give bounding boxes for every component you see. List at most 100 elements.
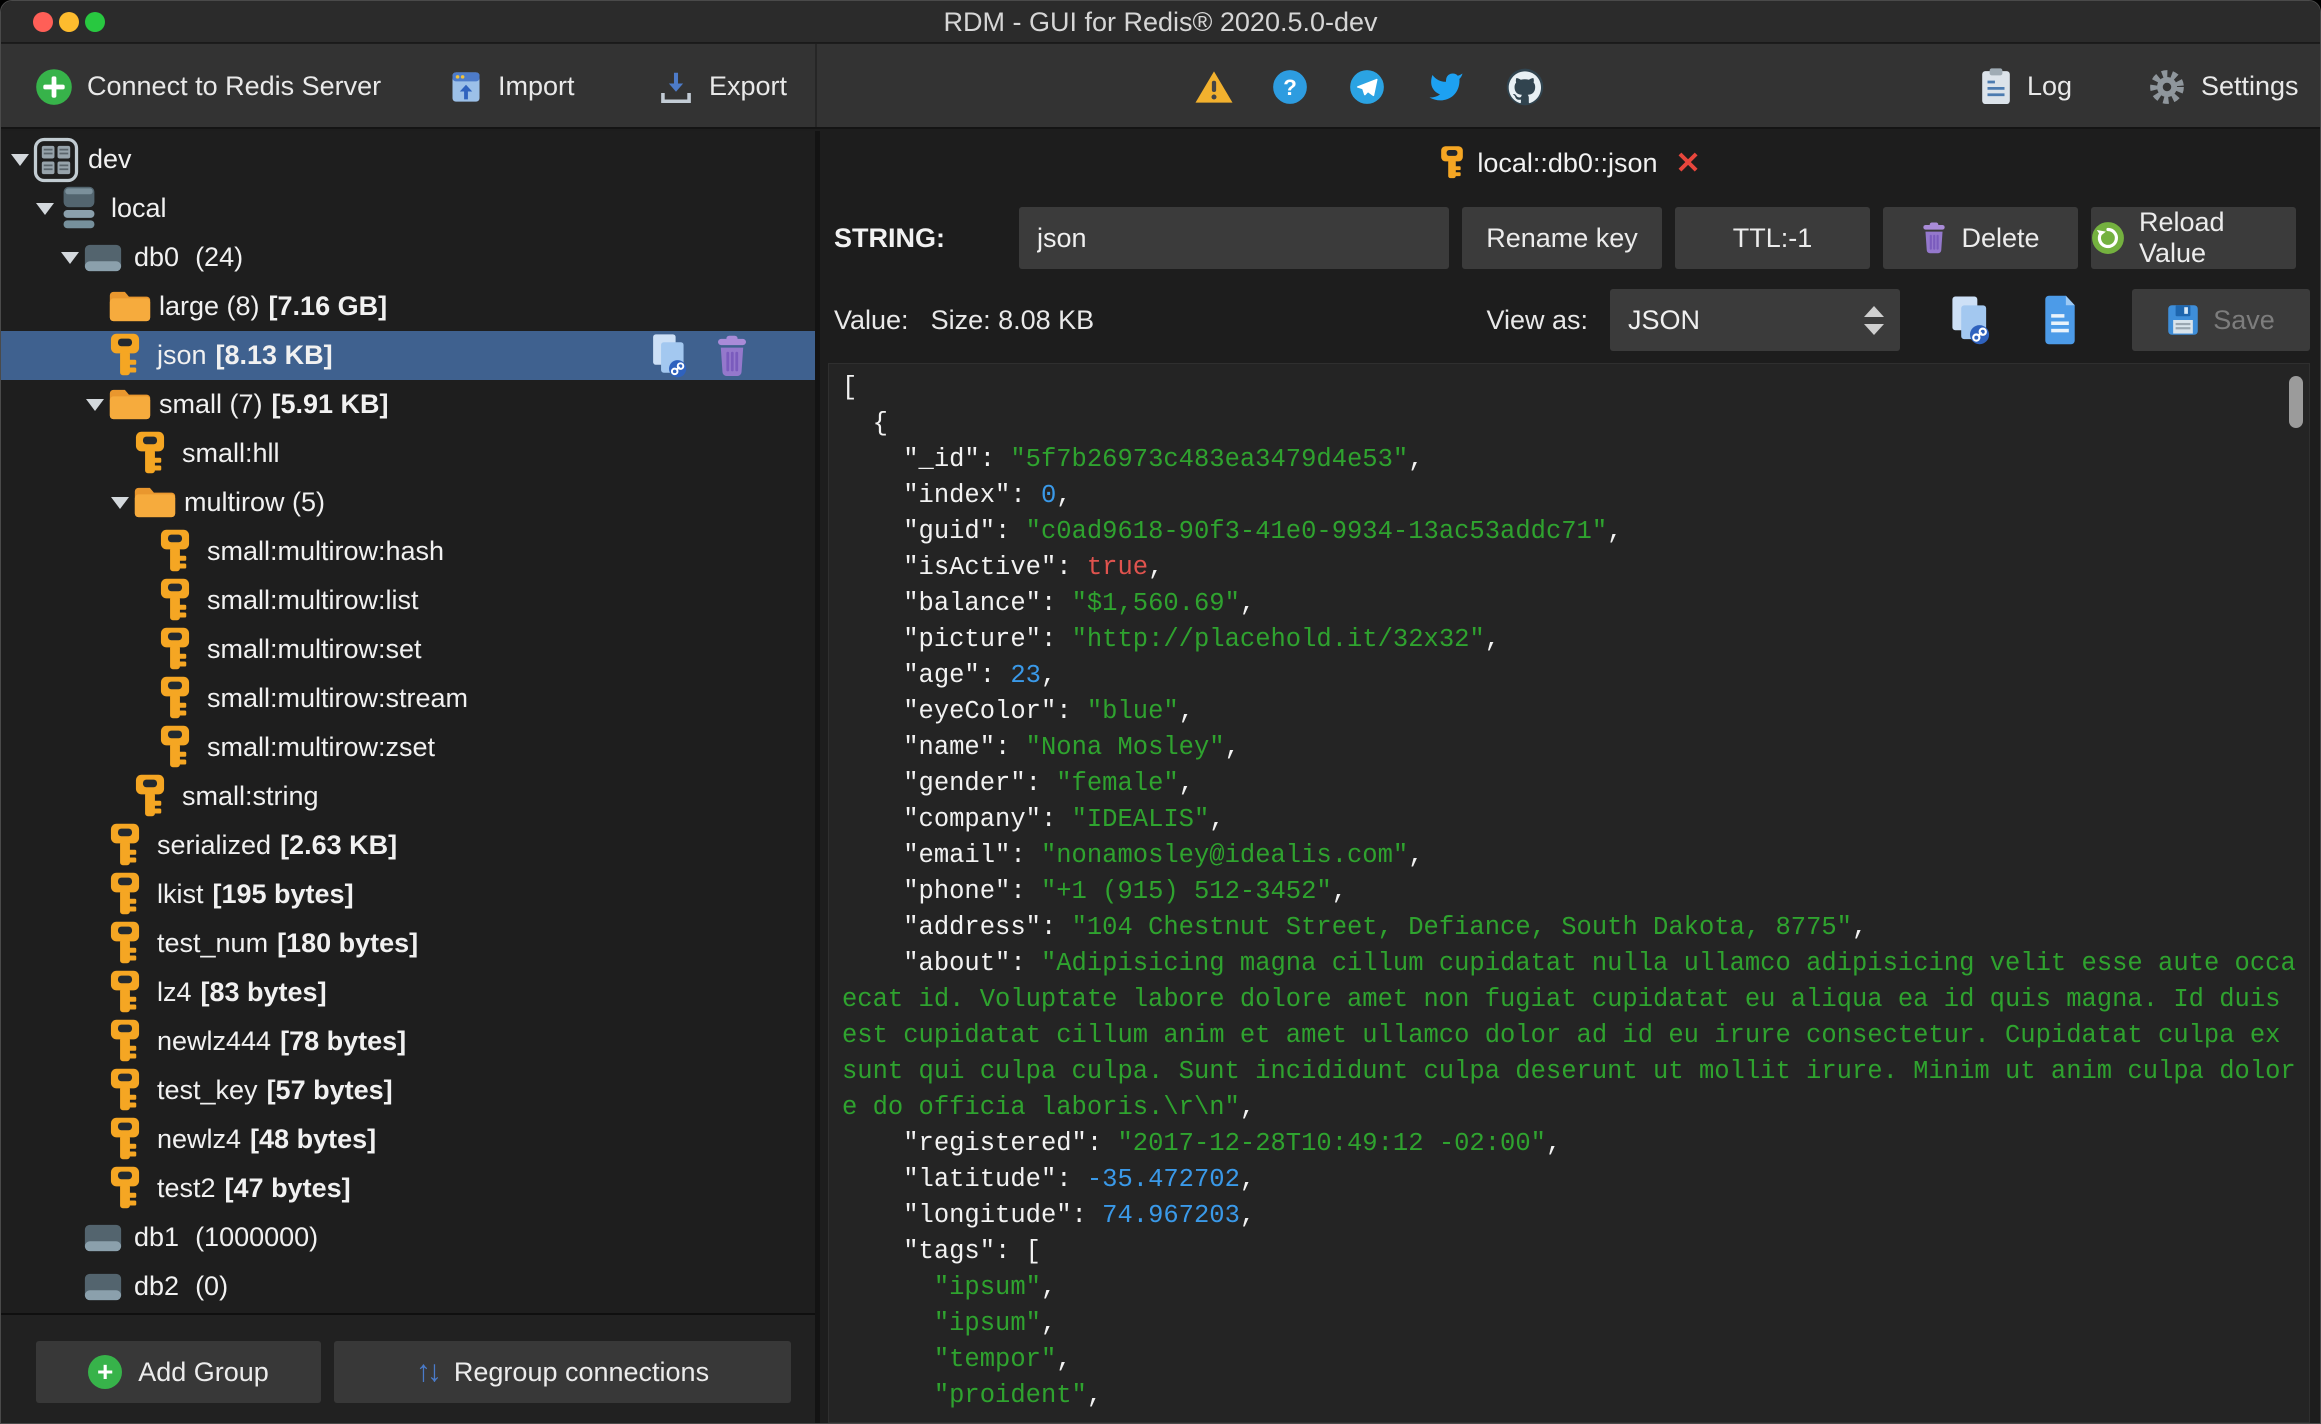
tree-item-large-8-[interactable]: large (8) [7.16 GB]: [1, 282, 815, 331]
reload-icon: [2091, 221, 2125, 255]
delete-key-button[interactable]: Delete: [1883, 207, 2078, 269]
reload-label: Reload Value: [2139, 207, 2225, 268]
json-line: "age": 23,: [903, 661, 1057, 690]
expander-icon[interactable]: [11, 154, 33, 166]
json-value-editor[interactable]: [ { "_id": "5f7b26973c483ea3479d4e53", "…: [828, 363, 2310, 1423]
key-icon: [108, 1019, 142, 1064]
tree-item-small-string[interactable]: small:string: [1, 772, 815, 821]
editor-scrollbar-thumb[interactable]: [2289, 376, 2303, 428]
twitter-button[interactable]: [1426, 44, 1466, 129]
tree-item-label: small (7): [159, 389, 263, 419]
warning-icon: [1194, 69, 1234, 105]
reload-value-button[interactable]: Reload Value: [2091, 207, 2296, 269]
github-button[interactable]: [1506, 44, 1544, 129]
gear-icon: [2147, 67, 2187, 107]
json-line: "_id": "5f7b26973c483ea3479d4e53",: [903, 445, 1424, 474]
rename-key-button[interactable]: Rename key: [1462, 207, 1662, 269]
tree-item-local[interactable]: local: [1, 184, 815, 233]
log-button[interactable]: Log: [1979, 44, 2072, 129]
key-icon: [158, 529, 192, 574]
tree-item-lkist[interactable]: lkist [195 bytes]: [1, 870, 815, 919]
folder-icon: [108, 290, 152, 323]
tree-item-label: small:multirow:set: [207, 634, 422, 664]
value-size-label: Size: 8.08 KB: [930, 304, 1095, 335]
json-line: "phone": "+1 (915) 512-3452",: [903, 877, 1348, 906]
ttl-button[interactable]: TTL:-1: [1675, 207, 1870, 269]
view-as-select[interactable]: JSON: [1610, 289, 1900, 351]
tree-item-label: json: [157, 340, 207, 370]
tab-bar: local::db0::json ✕: [820, 131, 2320, 195]
key-icon: [158, 725, 192, 770]
tree-item-small-multirow-set[interactable]: small:multirow:set: [1, 625, 815, 674]
tree-item-newlz444[interactable]: newlz444 [78 bytes]: [1, 1017, 815, 1066]
key-icon: [108, 1068, 142, 1113]
tree-item-label: newlz4: [157, 1124, 242, 1154]
json-line: "ipsum",: [933, 1309, 1057, 1338]
tree-item-size: [7.16 GB]: [268, 291, 388, 321]
tree-item-label: lkist: [157, 879, 204, 909]
copy-document-link-icon[interactable]: [1948, 295, 1992, 345]
tree-item-small-multirow-hash[interactable]: small:multirow:hash: [1, 527, 815, 576]
tree-item-small-multirow-stream[interactable]: small:multirow:stream: [1, 674, 815, 723]
tree-item-db0[interactable]: db0 (24): [1, 233, 815, 282]
json-line: "gender": "female",: [903, 769, 1194, 798]
tree-item-json[interactable]: json [8.13 KB]: [1, 331, 815, 380]
export-button[interactable]: Export: [657, 44, 787, 129]
import-label: Import: [498, 71, 575, 101]
toolbar: Connect to Redis Server Import Export ?: [1, 44, 2320, 129]
telegram-button[interactable]: [1349, 44, 1385, 129]
add-group-button[interactable]: + Add Group: [36, 1341, 321, 1403]
grid-icon: [33, 137, 79, 183]
tree-item-db1[interactable]: db1 (1000000): [1, 1213, 815, 1262]
tree-item-newlz4[interactable]: newlz4 [48 bytes]: [1, 1115, 815, 1164]
json-line: "guid": "c0ad9618-90f3-41e0-9934-13ac53a…: [903, 517, 1623, 546]
tree-item-small-7-[interactable]: small (7) [5.91 KB]: [1, 380, 815, 429]
github-icon: [1506, 68, 1544, 106]
regroup-label: Regroup connections: [453, 1356, 710, 1387]
tree-item-small-hll[interactable]: small:hll: [1, 429, 815, 478]
tree-item-small-multirow-zset[interactable]: small:multirow:zset: [1, 723, 815, 772]
key-name-input[interactable]: [1019, 207, 1449, 269]
disk-icon: [83, 244, 123, 272]
tree-item-dev[interactable]: dev: [1, 135, 815, 184]
titlebar: RDM - GUI for Redis® 2020.5.0-dev: [1, 1, 2320, 43]
toolbar-divider: [815, 44, 817, 127]
import-button[interactable]: Import: [448, 44, 575, 129]
tree-item-small-multirow-list[interactable]: small:multirow:list: [1, 576, 815, 625]
expander-icon[interactable]: [86, 399, 108, 411]
key-icon: [133, 431, 167, 476]
plus-circle-icon: [35, 68, 73, 106]
tab-key-name[interactable]: local::db0::json: [1477, 148, 1657, 179]
help-button[interactable]: ?: [1272, 44, 1308, 129]
tree-item-db2[interactable]: db2 (0): [1, 1262, 815, 1311]
connections-footer: + Add Group ↑↓ Regroup connections: [1, 1313, 815, 1423]
key-tree: dev local db0 (24) large (8) [7.16 GB] json [8.…: [1, 131, 815, 1313]
tree-item-multirow-5-[interactable]: multirow (5): [1, 478, 815, 527]
connect-button[interactable]: Connect to Redis Server: [35, 44, 381, 129]
warning-button[interactable]: [1194, 44, 1234, 129]
expander-icon[interactable]: [111, 497, 133, 509]
key-type-label: STRING:: [834, 223, 945, 253]
save-button[interactable]: Save: [2132, 289, 2310, 351]
tree-item-count: (0): [195, 1271, 229, 1301]
tree-item-lz4[interactable]: lz4 [83 bytes]: [1, 968, 815, 1017]
settings-button[interactable]: Settings: [2147, 44, 2299, 129]
tree-item-serialized[interactable]: serialized [2.63 KB]: [1, 821, 815, 870]
key-icon: [158, 578, 192, 623]
import-icon: [448, 69, 484, 105]
trash-icon[interactable]: [715, 335, 749, 377]
expander-icon[interactable]: [36, 203, 58, 215]
tree-item-size: [2.63 KB]: [280, 830, 398, 860]
json-line: sunt qui culpa culpa. Sunt incididunt cu…: [842, 1057, 2296, 1086]
tree-item-test2[interactable]: test2 [47 bytes]: [1, 1164, 815, 1213]
tree-item-test-num[interactable]: test_num [180 bytes]: [1, 919, 815, 968]
regroup-connections-button[interactable]: ↑↓ Regroup connections: [334, 1341, 791, 1403]
document-text-icon[interactable]: [2040, 295, 2080, 345]
key-icon: [108, 333, 142, 378]
copy-document-link-icon[interactable]: [649, 333, 689, 378]
expander-icon[interactable]: [61, 252, 83, 264]
tree-item-label: db0: [134, 242, 180, 272]
tab-close-icon[interactable]: ✕: [1675, 146, 1700, 181]
tree-item-test-key[interactable]: test_key [57 bytes]: [1, 1066, 815, 1115]
json-line: "ipsum",: [933, 1273, 1057, 1302]
